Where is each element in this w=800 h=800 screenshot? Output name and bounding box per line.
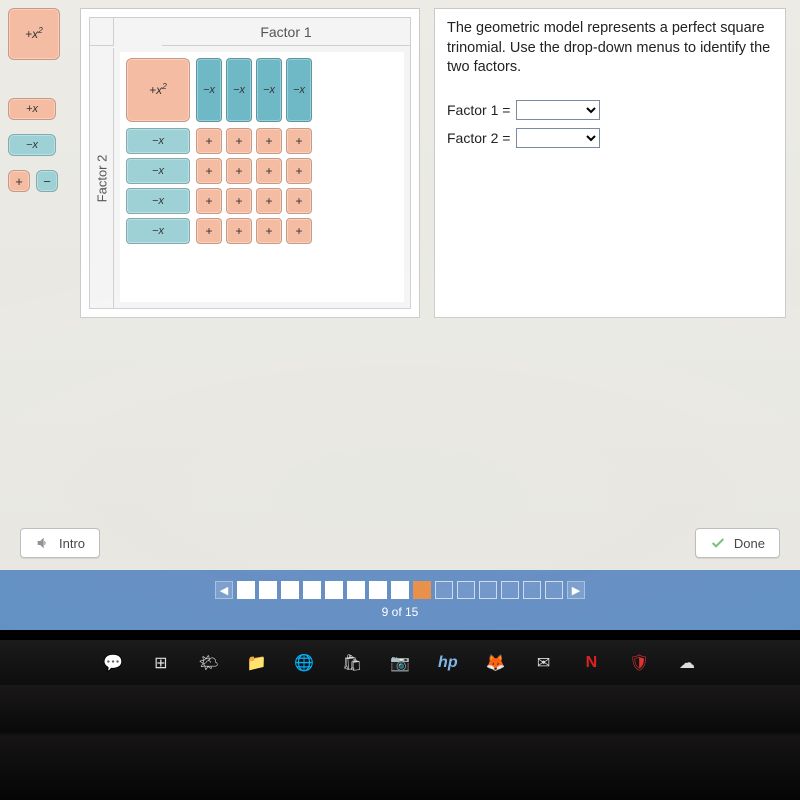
progress-step-5[interactable] [325, 581, 343, 599]
app-screen: +x2 +x −x + − Factor 1 Factor 2 +x2 −x [0, 0, 800, 630]
grid-row-neg-x[interactable]: −x [126, 218, 190, 244]
tile-label: +x2 [25, 27, 43, 41]
grid-plus-unit[interactable]: + [286, 218, 312, 244]
notification-icon[interactable]: 💬 [100, 650, 126, 676]
progress-step-13[interactable] [501, 581, 519, 599]
done-label: Done [734, 536, 765, 551]
progress-step-7[interactable] [369, 581, 387, 599]
grid-plus-unit[interactable]: + [256, 158, 282, 184]
grid-col-neg-x[interactable]: −x [256, 58, 282, 122]
grid-col-neg-x[interactable]: −x [286, 58, 312, 122]
model-inner: Factor 1 Factor 2 +x2 −x −x −x −x −x −x … [89, 17, 411, 309]
grid-plus-unit[interactable]: + [226, 128, 252, 154]
intro-button[interactable]: Intro [20, 528, 100, 558]
mcafee-icon[interactable]: 🛡 [626, 650, 652, 676]
nav-next[interactable]: ▶ [567, 581, 585, 599]
factor-2-select[interactable] [516, 128, 600, 148]
speaker-icon [35, 535, 51, 551]
model-panel: Factor 1 Factor 2 +x2 −x −x −x −x −x −x … [80, 8, 420, 318]
explorer-icon[interactable]: 📁 [244, 650, 270, 676]
factor-2-row: Factor 2 = [447, 128, 773, 148]
edge-icon[interactable]: 🌐 [291, 650, 317, 676]
progress-step-11[interactable] [457, 581, 475, 599]
progress-boxes: ◀ ▶ [215, 581, 585, 599]
palette-unit-row: + − [8, 170, 58, 192]
model-grid[interactable]: +x2 −x −x −x −x −x −x −x −x ++++++++++++… [120, 52, 404, 302]
grid-plus-unit[interactable]: + [196, 188, 222, 214]
windows-taskbar[interactable]: 💬 ⊞ 🌤 📁 🌐 🛍 📷 hp 🦊 ✉ N 🛡 ☁ [0, 640, 800, 685]
done-button[interactable]: Done [695, 528, 780, 558]
netflix-icon[interactable]: N [578, 650, 604, 676]
bottom-buttons: Intro Done [20, 528, 780, 558]
progress-bar: ◀ ▶ 9 of 15 [0, 570, 800, 630]
grid-row-neg-x[interactable]: −x [126, 188, 190, 214]
weather-icon[interactable]: 🌤 [196, 650, 222, 676]
store-icon[interactable]: 🛍 [339, 650, 365, 676]
grid-plus-unit[interactable]: + [286, 158, 312, 184]
progress-step-3[interactable] [281, 581, 299, 599]
palette-plus-unit-tile[interactable]: + [8, 170, 30, 192]
grid-row-neg-x[interactable]: −x [126, 158, 190, 184]
progress-step-9[interactable] [413, 581, 431, 599]
camera-icon[interactable]: 📷 [387, 650, 413, 676]
progress-step-15[interactable] [545, 581, 563, 599]
question-text: The geometric model represents a perfect… [447, 19, 773, 78]
laptop-bezel [0, 685, 800, 800]
grid-plus-unit[interactable]: + [256, 188, 282, 214]
check-icon [710, 535, 726, 551]
progress-count: 9 of 15 [382, 605, 419, 619]
grid-plus-unit[interactable]: + [226, 188, 252, 214]
taskview-icon[interactable]: ⊞ [148, 650, 174, 676]
grid-plus-unit[interactable]: + [196, 128, 222, 154]
hp-icon[interactable]: hp [435, 650, 461, 676]
grid-col-neg-x[interactable]: −x [196, 58, 222, 122]
grid-col-neg-x[interactable]: −x [226, 58, 252, 122]
progress-step-12[interactable] [479, 581, 497, 599]
factor-2-prompt: Factor 2 = [447, 130, 510, 146]
onedrive-icon[interactable]: ☁ [674, 650, 700, 676]
progress-step-6[interactable] [347, 581, 365, 599]
factor-2-label: Factor 2 [90, 48, 114, 308]
palette-minus-unit-tile[interactable]: − [36, 170, 58, 192]
factor-1-label: Factor 1 [162, 18, 410, 46]
grid-plus-unit[interactable]: + [226, 218, 252, 244]
grid-plus-unit[interactable]: + [256, 128, 282, 154]
factor-1-prompt: Factor 1 = [447, 102, 510, 118]
grid-plus-unit[interactable]: + [286, 188, 312, 214]
grid-plus-unit[interactable]: + [286, 128, 312, 154]
grid-row-neg-x[interactable]: −x [126, 128, 190, 154]
progress-step-14[interactable] [523, 581, 541, 599]
progress-step-8[interactable] [391, 581, 409, 599]
question-panel: The geometric model represents a perfect… [434, 8, 786, 318]
nav-prev[interactable]: ◀ [215, 581, 233, 599]
factor-1-row: Factor 1 = [447, 100, 773, 120]
grid-plus-unit[interactable]: + [256, 218, 282, 244]
work-area: +x2 +x −x + − Factor 1 Factor 2 +x2 −x [0, 0, 800, 520]
grid-plus-unit[interactable]: + [196, 158, 222, 184]
firefox-icon[interactable]: 🦊 [483, 650, 509, 676]
progress-step-4[interactable] [303, 581, 321, 599]
progress-step-1[interactable] [237, 581, 255, 599]
tile-palette: +x2 +x −x + − [8, 8, 66, 520]
factor-1-select[interactable] [516, 100, 600, 120]
progress-step-10[interactable] [435, 581, 453, 599]
grid-x-squared[interactable]: +x2 [126, 58, 190, 122]
progress-step-2[interactable] [259, 581, 277, 599]
grid-plus-unit[interactable]: + [226, 158, 252, 184]
palette-minus-x-tile[interactable]: −x [8, 134, 56, 156]
mail-icon[interactable]: ✉ [531, 650, 557, 676]
intro-label: Intro [59, 536, 85, 551]
palette-x-squared-tile[interactable]: +x2 [8, 8, 60, 60]
tile-label: +x2 [149, 83, 167, 97]
palette-plus-x-tile[interactable]: +x [8, 98, 56, 120]
grid-plus-unit[interactable]: + [196, 218, 222, 244]
